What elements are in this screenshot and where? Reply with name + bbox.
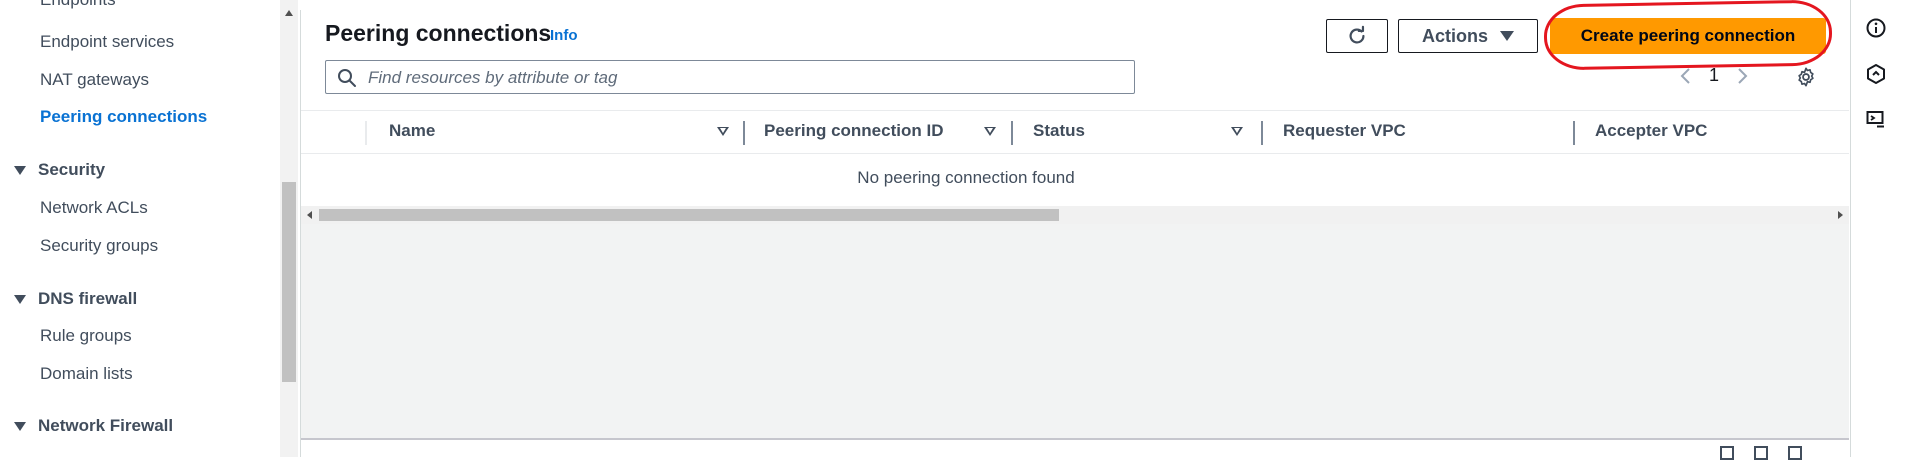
info-icon[interactable]: [1865, 17, 1887, 39]
sort-icon[interactable]: [1231, 127, 1243, 136]
scroll-right-arrow-icon[interactable]: [1838, 211, 1843, 219]
hexagon-icon[interactable]: [1865, 63, 1887, 85]
horizontal-scrollbar-thumb[interactable]: [319, 209, 1059, 221]
gear-icon[interactable]: [1795, 66, 1817, 88]
nav-section-label: Network Firewall: [38, 416, 174, 435]
page-title: Peering connections: [325, 20, 552, 46]
split-panel: [301, 440, 1849, 457]
nav-item-domain-lists[interactable]: Domain lists: [40, 364, 133, 384]
page-number[interactable]: 1: [1709, 65, 1719, 86]
split-panel-controls: [1720, 446, 1802, 460]
panel-bottom-icon[interactable]: [1720, 446, 1734, 460]
utility-rail: [1850, 0, 1918, 457]
caret-down-icon: [14, 421, 26, 431]
nav-item-endpoints[interactable]: Endpoints: [40, 0, 116, 10]
nav-section-label: Security: [38, 160, 106, 179]
column-separator[interactable]: [1573, 121, 1575, 145]
search-box[interactable]: [325, 60, 1135, 94]
screen-feedback-icon[interactable]: [1865, 109, 1887, 131]
nav-section-network-firewall[interactable]: Network Firewall: [14, 416, 173, 436]
table-header-row: Name Peering connection ID Status Reques…: [301, 110, 1849, 154]
chevron-right-icon[interactable]: [1735, 66, 1749, 86]
nav-item-peering-connections[interactable]: Peering connections: [40, 107, 207, 127]
sort-icon[interactable]: [984, 127, 996, 136]
table-header-area: Peering connections Info Actions Create …: [301, 0, 1849, 110]
column-separator[interactable]: [1261, 121, 1263, 145]
nav-section-security[interactable]: Security: [14, 160, 105, 180]
empty-state-message: No peering connection found: [857, 168, 1075, 187]
search-input[interactable]: [366, 65, 1130, 91]
scroll-up-arrow-icon[interactable]: [285, 10, 293, 16]
caret-down-icon: [14, 165, 26, 175]
search-icon: [338, 69, 356, 87]
nav-item-nat-gateways[interactable]: NAT gateways: [40, 70, 149, 90]
refresh-icon: [1349, 25, 1365, 44]
sidebar-scrollbar-thumb[interactable]: [282, 182, 296, 382]
actions-label: Actions: [1421, 25, 1488, 46]
column-header-accepter-vpc[interactable]: Accepter VPC: [1595, 121, 1707, 141]
column-header-status[interactable]: Status: [1033, 121, 1085, 141]
create-peering-connection-button[interactable]: Create peering connection: [1550, 18, 1826, 54]
column-header-peering-connection-id[interactable]: Peering connection ID: [764, 121, 943, 141]
info-link[interactable]: Info: [550, 27, 578, 44]
column-separator[interactable]: [1011, 121, 1013, 145]
nav-item-endpoint-services[interactable]: Endpoint services: [40, 32, 174, 52]
column-separator: [365, 121, 367, 145]
refresh-button[interactable]: [1326, 19, 1388, 53]
main-content: Peering connections Info Actions Create …: [300, 0, 1849, 457]
table-horizontal-scrollbar[interactable]: [301, 206, 1849, 224]
scroll-left-arrow-icon[interactable]: [307, 211, 312, 219]
nav-item-security-groups[interactable]: Security groups: [40, 236, 158, 256]
column-header-name[interactable]: Name: [389, 121, 435, 141]
sort-icon[interactable]: [717, 127, 729, 136]
panel-detail-icon[interactable]: [1788, 446, 1802, 460]
left-navigation: Endpoints Endpoint services NAT gateways…: [0, 0, 280, 457]
chevron-left-icon[interactable]: [1679, 66, 1693, 86]
panel-side-icon[interactable]: [1754, 446, 1768, 460]
caret-down-icon: [1500, 31, 1514, 41]
nav-item-network-acls[interactable]: Network ACLs: [40, 198, 148, 218]
nav-section-dns-firewall[interactable]: DNS firewall: [14, 289, 137, 309]
pagination: 1: [1679, 65, 1749, 86]
column-header-requester-vpc[interactable]: Requester VPC: [1283, 121, 1406, 141]
table-empty-row: No peering connection found: [301, 154, 1849, 206]
nav-section-label: DNS firewall: [38, 289, 138, 308]
caret-down-icon: [14, 294, 26, 304]
nav-item-rule-groups[interactable]: Rule groups: [40, 326, 132, 346]
sidebar-scrollbar[interactable]: [280, 0, 298, 457]
column-separator[interactable]: [743, 121, 745, 145]
actions-button[interactable]: Actions: [1398, 19, 1538, 53]
